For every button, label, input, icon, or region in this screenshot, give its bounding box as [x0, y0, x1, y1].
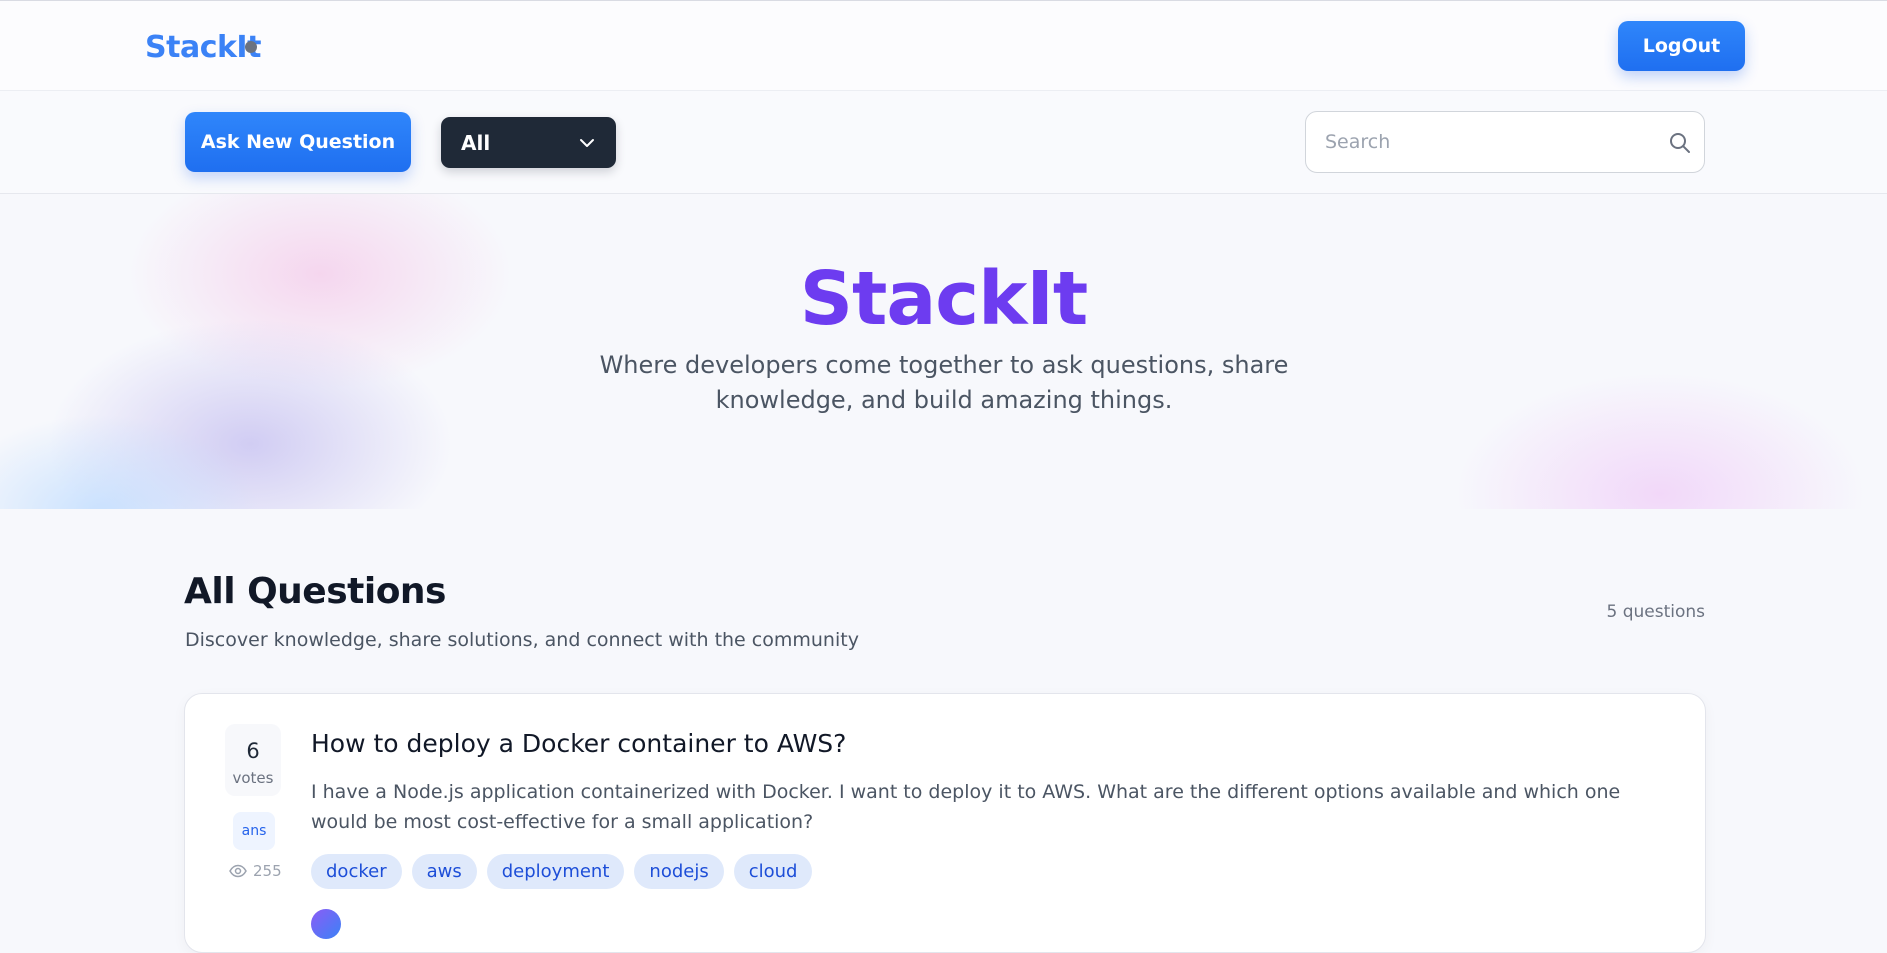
tag-list: docker aws deployment nodejs cloud — [311, 854, 813, 889]
avatar[interactable] — [311, 909, 341, 939]
vote-count: 6 — [246, 739, 260, 763]
tag-deployment[interactable]: deployment — [486, 854, 625, 889]
vote-label: votes — [232, 769, 274, 787]
view-count: 255 — [229, 862, 289, 880]
tag-nodejs[interactable]: nodejs — [634, 854, 724, 889]
tag-docker[interactable]: docker — [311, 854, 402, 889]
status-dot — [245, 41, 257, 53]
brand-logo[interactable]: StackIt — [145, 30, 261, 65]
ask-new-question-button[interactable]: Ask New Question — [185, 112, 411, 172]
eye-icon — [229, 864, 247, 878]
logout-button[interactable]: LogOut — [1618, 21, 1745, 71]
questions-subheading: Discover knowledge, share solutions, and… — [185, 629, 859, 651]
question-count: 5 questions — [1606, 602, 1705, 622]
toolbar: Ask New Question All — [0, 91, 1887, 194]
vote-box: 6 votes — [225, 724, 281, 796]
chevron-down-icon — [580, 138, 594, 147]
answers-badge: ans — [233, 812, 275, 850]
search-box — [1305, 111, 1705, 173]
decorative-blob — [1440, 364, 1880, 509]
tag-cloud[interactable]: cloud — [733, 854, 813, 889]
hero-section: StackIt Where developers come together t… — [0, 194, 1887, 509]
tag-aws[interactable]: aws — [411, 854, 477, 889]
question-card[interactable]: 6 votes ans 255 How to deploy a Docker c… — [184, 693, 1706, 953]
search-icon[interactable] — [1668, 131, 1692, 155]
decorative-blob — [0, 414, 260, 509]
view-count-value: 255 — [253, 862, 282, 880]
filter-dropdown[interactable]: All — [441, 117, 616, 168]
hero-title: StackIt — [799, 256, 1089, 342]
filter-selected-value: All — [461, 130, 491, 155]
question-title[interactable]: How to deploy a Docker container to AWS? — [311, 729, 846, 758]
hero-subtitle: Where developers come together to ask qu… — [599, 351, 1289, 414]
questions-heading: All Questions — [184, 571, 447, 612]
question-excerpt: I have a Node.js application containeriz… — [311, 781, 1621, 833]
top-navbar: StackIt LogOut — [0, 0, 1887, 91]
search-input[interactable] — [1325, 112, 1645, 172]
